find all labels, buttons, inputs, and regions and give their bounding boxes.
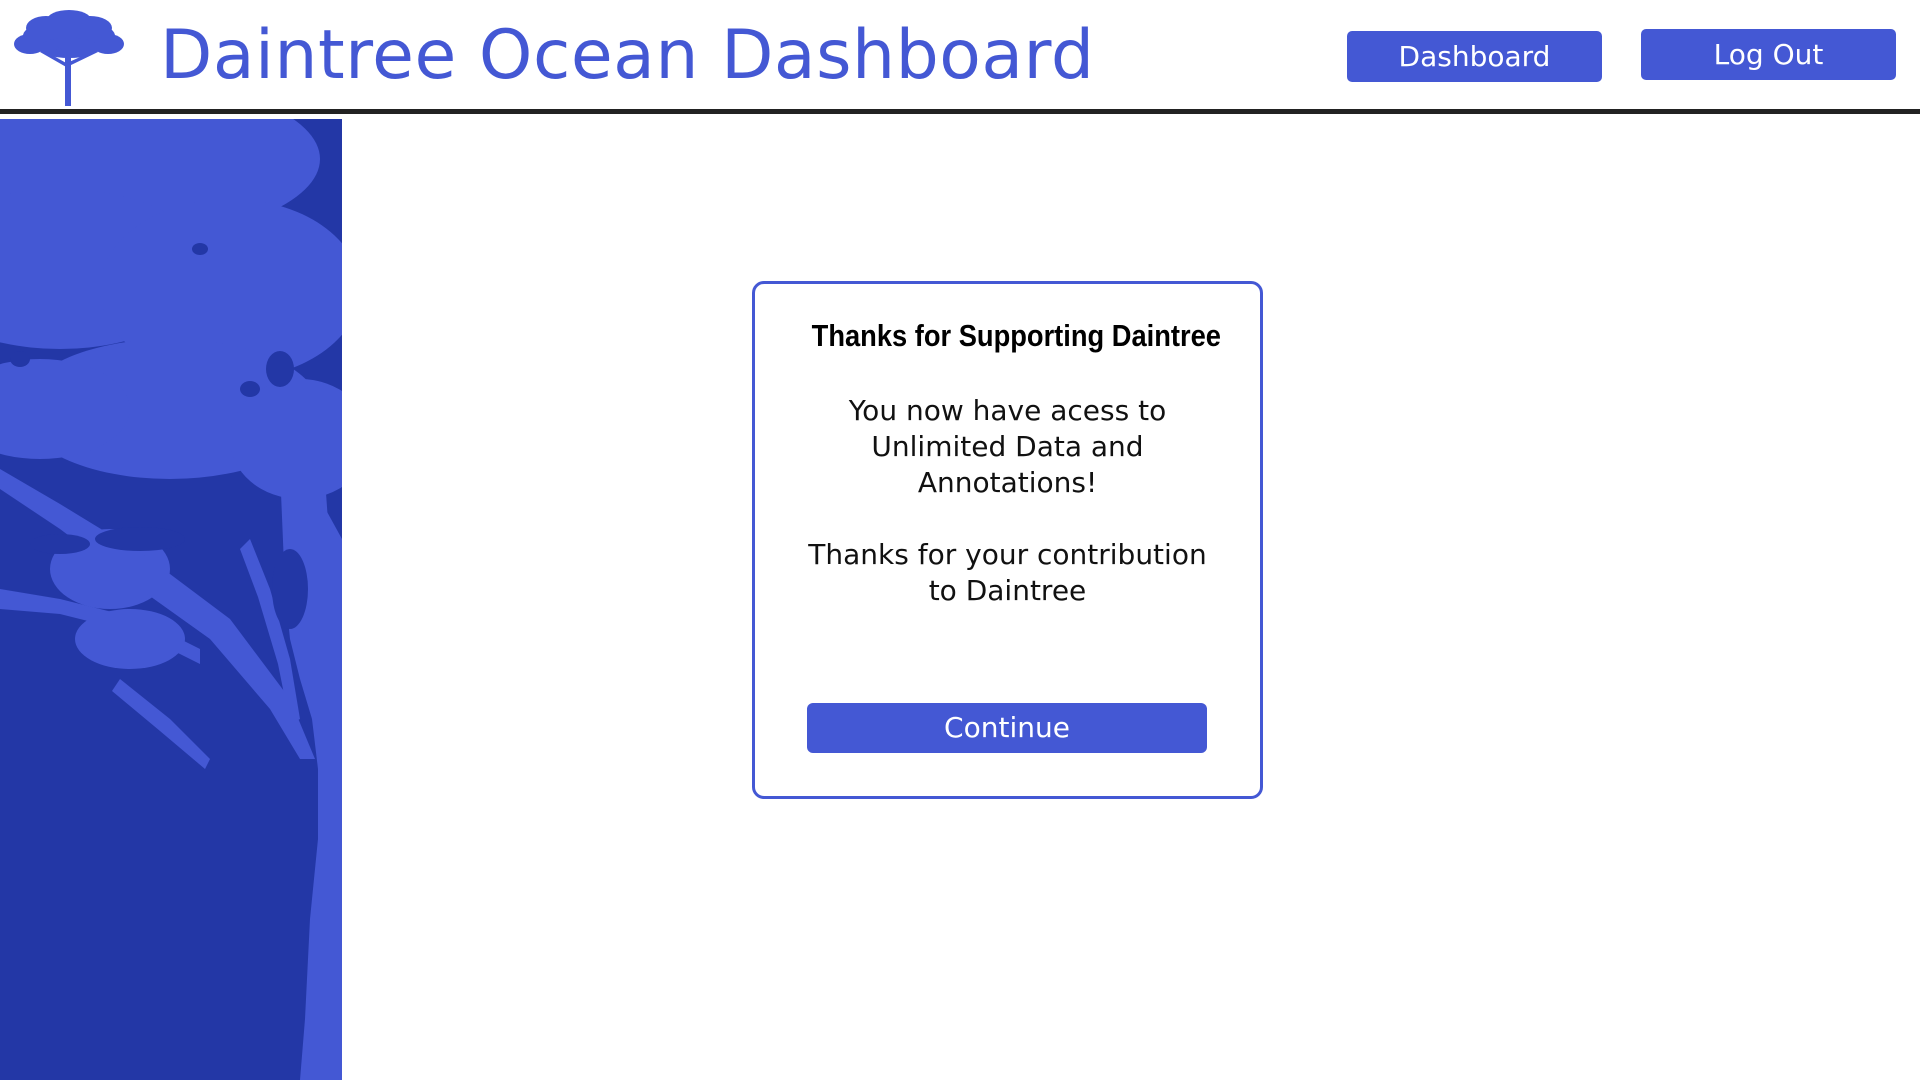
continue-button[interactable]: Continue — [807, 703, 1207, 753]
app-header: Daintree Ocean Dashboard Dashboard Log O… — [0, 0, 1920, 114]
app-title: Daintree Ocean Dashboard — [160, 16, 1095, 95]
sidebar-decoration — [0, 119, 342, 1080]
log-out-button[interactable]: Log Out — [1641, 29, 1896, 80]
dialog-title: Thanks for Supporting Daintree — [811, 318, 1221, 353]
dashboard-button[interactable]: Dashboard — [1347, 31, 1602, 82]
tree-silhouette-icon — [0, 119, 342, 1080]
tree-icon — [14, 10, 124, 106]
dialog-message-access: You now have acess to Unlimited Data and… — [848, 394, 1167, 499]
thank-you-dialog: Thanks for Supporting Daintree You now h… — [752, 281, 1263, 799]
dialog-message-thanks: Thanks for your contribution to Daintree — [808, 538, 1207, 607]
